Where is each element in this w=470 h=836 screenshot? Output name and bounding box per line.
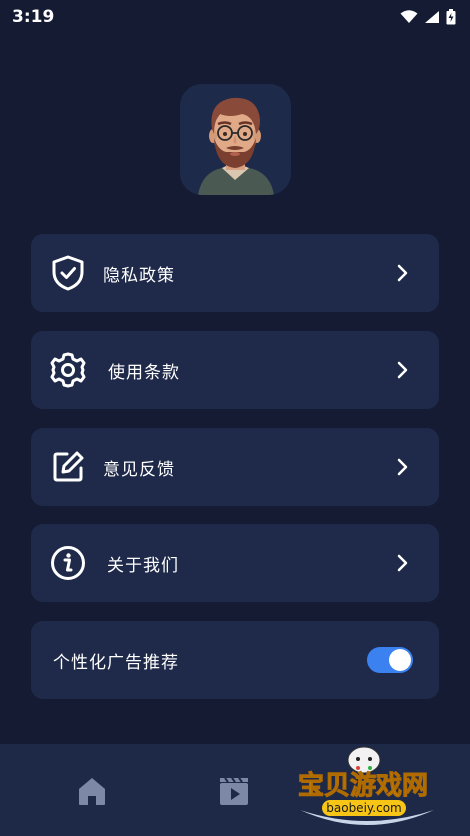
watermark-logo: 宝贝游戏网 baobeiy.com [298,746,434,825]
menu-item-label: 意见反馈 [103,459,175,480]
watermark: 宝贝游戏网 baobeiy.com [292,740,442,832]
edit-icon [49,448,87,486]
status-bar: 3:19 [0,0,470,34]
personalized-ads-label: 个性化广告推荐 [53,652,179,673]
shield-check-icon [49,254,87,292]
menu-item-terms-of-use[interactable]: 使用条款 [31,331,439,409]
toggle-knob [389,649,411,671]
chevron-right-icon [397,458,408,476]
chevron-right-icon [397,554,408,572]
menu-item-label: 隐私政策 [103,265,175,286]
avatar-image [180,84,291,195]
personalized-ads-row: 个性化广告推荐 [31,621,439,699]
info-icon [49,544,87,582]
menu-item-feedback[interactable]: 意见反馈 [31,428,439,506]
wifi-icon [400,10,418,23]
menu-item-label: 关于我们 [107,555,179,576]
chevron-right-icon [397,264,408,282]
battery-charging-icon [446,9,456,25]
status-time: 3:19 [12,7,55,27]
home-icon[interactable] [75,774,109,808]
status-icons [400,9,456,25]
gear-icon [49,351,87,389]
watermark-url: baobeiy.com [326,801,401,815]
watermark-title: 宝贝游戏网 [298,770,428,801]
menu-item-about-us[interactable]: 关于我们 [31,524,439,602]
video-icon[interactable] [217,774,251,808]
menu-item-privacy-policy[interactable]: 隐私政策 [31,234,439,312]
avatar[interactable] [180,84,291,195]
personalized-ads-toggle[interactable] [367,647,413,673]
signal-icon [425,11,439,23]
chevron-right-icon [397,361,408,379]
menu-item-label: 使用条款 [108,362,180,383]
